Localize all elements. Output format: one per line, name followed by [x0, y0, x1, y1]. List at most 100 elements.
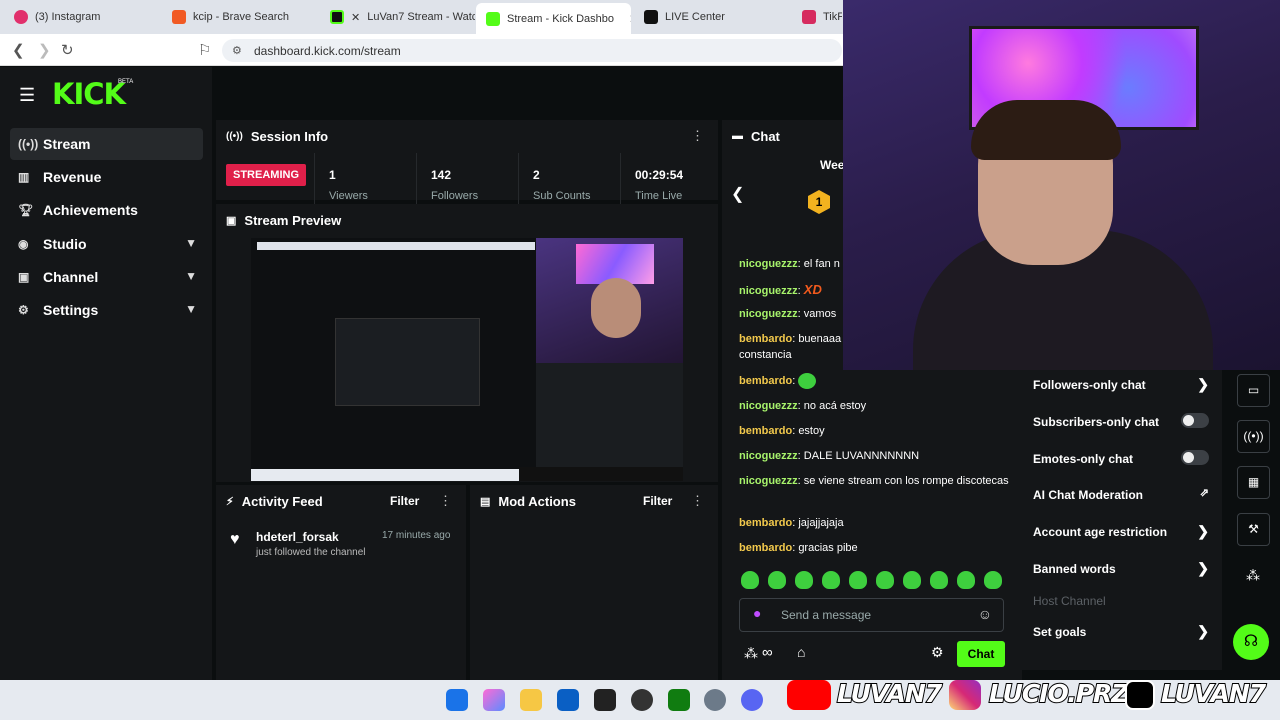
chat-username[interactable]: nicoguezzz	[739, 258, 798, 270]
filter-button[interactable]: Filter	[390, 494, 419, 508]
store-icon[interactable]: ⌂	[797, 644, 805, 660]
chat-message: bembardo: estoy	[739, 423, 1029, 439]
emote-icon[interactable]	[984, 571, 1002, 589]
chat-username[interactable]: nicoguezzz	[739, 475, 798, 487]
preview-browser-thumb	[257, 242, 535, 250]
chat-username[interactable]: bembardo	[739, 542, 792, 554]
chat-username[interactable]: nicoguezzz	[739, 400, 798, 412]
menu-icon[interactable]: ☰	[19, 85, 35, 106]
chat-bubble-icon[interactable]: ▭	[1237, 374, 1270, 407]
browser-tab[interactable]: kcip - Brave Search	[162, 4, 317, 30]
panel-header: ▤ Mod Actions	[470, 485, 718, 517]
chevron-left-icon[interactable]: ❮	[731, 184, 744, 204]
settings-gear-icon[interactable]	[704, 689, 726, 711]
chat-username[interactable]: bembardo	[739, 333, 792, 345]
emote-icon[interactable]	[903, 571, 921, 589]
followers-only-chat-item[interactable]: Followers-only chat ❯	[1033, 376, 1213, 392]
chat-username[interactable]: nicoguezzz	[739, 308, 798, 320]
chat-username[interactable]: bembardo	[739, 375, 792, 387]
sidebar-item-stream[interactable]: ((•)) Stream	[10, 128, 203, 160]
emotes-only-chat-item[interactable]: Emotes-only chat	[1033, 450, 1213, 466]
emote-icon[interactable]	[876, 571, 894, 589]
set-goals-item[interactable]: Set goals ❯	[1033, 623, 1213, 639]
url-field[interactable]: ⚙ dashboard.kick.com/stream	[222, 39, 842, 62]
send-chat-button[interactable]: Chat	[957, 641, 1005, 667]
obs-icon[interactable]	[631, 689, 653, 711]
panel-header: ⚡︎ Activity Feed	[216, 485, 466, 517]
chat-text: gracias pibe	[798, 542, 858, 554]
discord-icon[interactable]	[741, 689, 763, 711]
stream-preview-video[interactable]	[251, 238, 683, 481]
chat-username[interactable]: bembardo	[739, 425, 792, 437]
emoji-icon[interactable]: ☺	[978, 606, 992, 622]
support-headset-icon[interactable]: ☊	[1233, 624, 1269, 660]
xbox-icon[interactable]	[668, 689, 690, 711]
browser-tab[interactable]: (3) Instagram	[4, 4, 164, 30]
url-text: dashboard.kick.com/stream	[254, 44, 401, 58]
tab-title: LIVE Center	[665, 11, 725, 23]
weekly-goal-label: Wee	[820, 158, 845, 172]
site-info-icon[interactable]: ⚙	[232, 44, 242, 57]
external-link-icon: ⇗	[1199, 487, 1209, 499]
ai-chat-moderation-item[interactable]: AI Chat Moderation ⇗	[1033, 487, 1213, 502]
browser-tab[interactable]: TikFi	[792, 4, 842, 30]
tab-title: LuVan7 Stream - Watc	[367, 11, 475, 23]
sidebar-item-achievements[interactable]: 🏆︎ Achievements	[10, 194, 203, 226]
forward-icon[interactable]: ❯	[38, 41, 51, 59]
chat-username[interactable]: nicoguezzz	[739, 450, 798, 462]
subscribers-only-toggle[interactable]	[1181, 413, 1209, 428]
store-icon[interactable]	[557, 689, 579, 711]
emote-icon[interactable]	[822, 571, 840, 589]
tiktok-icon	[644, 10, 658, 24]
subscribers-only-chat-item[interactable]: Subscribers-only chat	[1033, 413, 1213, 429]
sidebar-item-studio[interactable]: ◉ Studio ▼	[10, 228, 203, 260]
close-icon[interactable]: ✕	[629, 12, 631, 26]
bookmark-icon[interactable]: ⚐	[198, 41, 211, 59]
layout-icon[interactable]: ▦	[1237, 466, 1270, 499]
stat-label: Sub Counts	[533, 190, 591, 202]
community-icon[interactable]: ⁂	[744, 645, 758, 662]
emote-icon[interactable]	[741, 571, 759, 589]
more-options-icon[interactable]: ⋮	[691, 493, 704, 509]
banned-words-item[interactable]: Banned words ❯	[1033, 560, 1213, 576]
stat-value: 2	[533, 168, 540, 182]
kick-logo[interactable]: KICK	[52, 77, 126, 111]
emote-icon[interactable]	[930, 571, 948, 589]
settings-icon[interactable]: ⚙	[931, 644, 944, 661]
infinity-icon[interactable]: ∞	[762, 644, 773, 661]
capcut-icon[interactable]	[594, 689, 616, 711]
browser-tab-active[interactable]: Stream - Kick Dashbo ✕	[476, 3, 631, 34]
more-options-icon[interactable]: ⋮	[439, 493, 452, 509]
kick-icon	[486, 11, 500, 26]
emote-icon[interactable]	[795, 571, 813, 589]
sidebar-item-settings[interactable]: ⚙ Settings ▼	[10, 294, 203, 326]
browser-tab[interactable]: ✕ LuVan7 Stream - Watc	[320, 4, 475, 30]
more-options-icon[interactable]: ⋮	[691, 128, 704, 144]
chat-username[interactable]: bembardo	[739, 517, 792, 529]
emote-icon[interactable]	[768, 571, 786, 589]
emotes-only-toggle[interactable]	[1181, 450, 1209, 465]
account-age-restriction-item[interactable]: Account age restriction ❯	[1033, 523, 1213, 539]
activity-user[interactable]: hdeterl_forsak	[256, 530, 339, 544]
sidebar-item-channel[interactable]: ▣ Channel ▼	[10, 261, 203, 293]
microphone-icon[interactable]: ●	[753, 605, 761, 621]
sidebar-item-revenue[interactable]: ▥ Revenue	[10, 161, 203, 193]
chat-placeholder: Send a message	[781, 608, 872, 622]
community-icon[interactable]: ⁂	[1246, 567, 1260, 584]
sidebar-item-label: Stream	[43, 136, 91, 152]
file-explorer-icon[interactable]	[520, 689, 542, 711]
emote-icon[interactable]	[957, 571, 975, 589]
chat-message-input[interactable]: ● Send a message ☺	[739, 598, 1004, 632]
wrench-icon[interactable]: ⚒	[1237, 513, 1270, 546]
reload-icon[interactable]: ↻	[61, 41, 74, 59]
emote-icon[interactable]	[849, 571, 867, 589]
broadcast-icon[interactable]: ((•))	[1237, 420, 1270, 453]
copilot-icon[interactable]	[483, 689, 505, 711]
back-icon[interactable]: ❮	[12, 41, 25, 59]
channel-icon: ▣	[18, 270, 30, 284]
browser-tab[interactable]: LIVE Center	[634, 4, 784, 30]
windows-start-icon[interactable]	[446, 689, 468, 711]
filter-button[interactable]: Filter	[643, 494, 672, 508]
chat-username[interactable]: nicoguezzz	[739, 285, 798, 297]
mod-actions-panel: ▤ Mod Actions Filter ⋮	[470, 485, 718, 680]
